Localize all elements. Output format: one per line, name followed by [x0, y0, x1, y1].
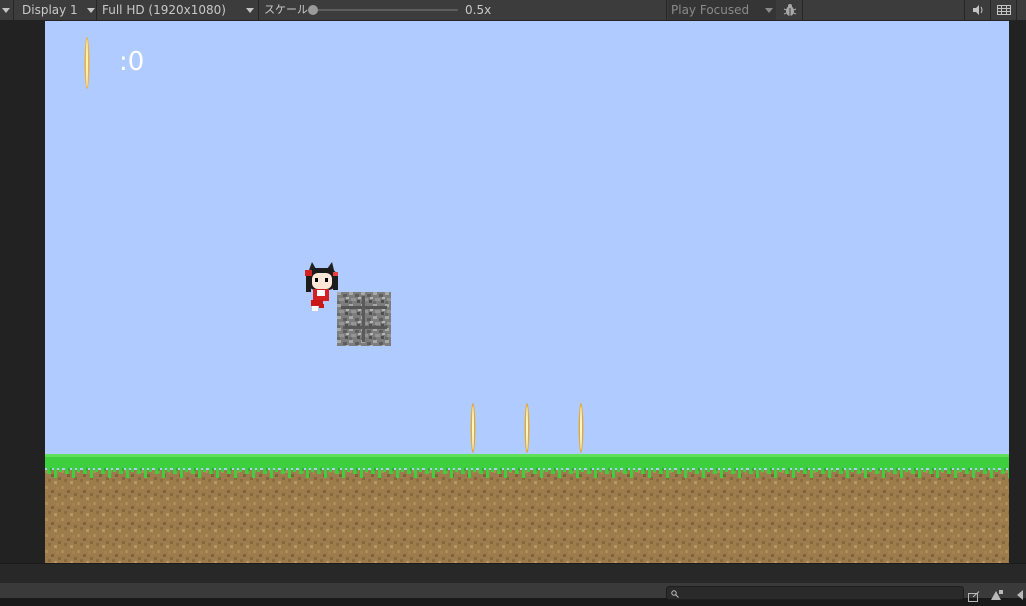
game-viewport[interactable]: :0 [45, 21, 1009, 563]
viewport-left-margin [0, 21, 45, 563]
bug-icon[interactable] [779, 0, 801, 20]
divider [802, 0, 803, 20]
play-mode-dropdown[interactable]: Play Focused [668, 0, 776, 20]
divider [96, 0, 97, 20]
divider [990, 0, 991, 20]
ground-terrain [45, 454, 1009, 563]
tool-icon[interactable] [990, 586, 1006, 600]
chevron-left-icon[interactable] [1014, 586, 1026, 600]
divider [1016, 0, 1017, 20]
chevron-down-icon [765, 8, 773, 13]
scale-label: スケール [264, 3, 308, 16]
coin-hud-icon [84, 37, 90, 89]
divider [964, 0, 965, 20]
coin [578, 403, 584, 453]
play-mode-label: Play Focused [671, 3, 750, 17]
resolution-dropdown[interactable]: Full HD (1920x1080) [102, 0, 226, 20]
chevron-down-icon[interactable] [2, 8, 10, 13]
scale-value: 0.5x [465, 3, 492, 17]
divider [258, 0, 259, 20]
coin [524, 403, 530, 453]
display-dropdown[interactable]: Display 1 [22, 0, 78, 20]
stats-icon[interactable] [993, 0, 1015, 20]
coin [470, 403, 476, 453]
game-view-toolbar: Display 1 Full HD (1920x1080) スケール 0.5x … [0, 0, 1026, 21]
divider [666, 0, 667, 20]
scale-slider-thumb[interactable] [308, 5, 318, 15]
viewport-right-margin [1009, 21, 1026, 563]
chevron-down-icon[interactable] [246, 8, 254, 13]
open-window-icon[interactable] [968, 587, 982, 602]
chevron-down-icon[interactable] [87, 8, 95, 13]
scale-slider-track[interactable] [314, 9, 458, 11]
search-icon [671, 590, 679, 598]
stone-block [337, 292, 391, 346]
score-counter: :0 [119, 47, 145, 77]
audio-icon[interactable] [967, 0, 989, 20]
divider [13, 0, 14, 20]
